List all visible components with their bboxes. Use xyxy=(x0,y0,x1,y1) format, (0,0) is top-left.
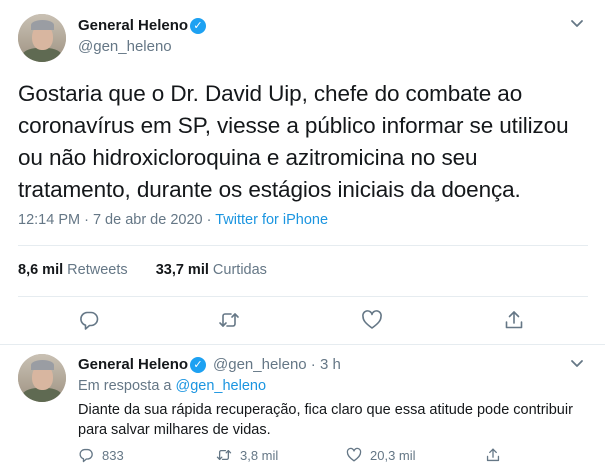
share-icon xyxy=(486,448,500,462)
reply-tweet[interactable]: General Heleno ✓ @gen_heleno · 3 h Em re… xyxy=(0,346,605,475)
like-button[interactable] xyxy=(361,309,383,331)
timestamp[interactable]: 12:14 PM · 7 de abr de 2020 · xyxy=(18,212,215,228)
reply-count: 833 xyxy=(102,448,124,463)
reply-icon xyxy=(79,448,93,463)
avatar[interactable] xyxy=(18,14,66,62)
heart-icon xyxy=(362,310,382,329)
share-icon xyxy=(505,311,523,329)
likes-count[interactable]: 33,7 mil xyxy=(156,262,209,278)
retweets-label[interactable]: Retweets xyxy=(67,262,127,278)
divider xyxy=(18,296,588,297)
verified-badge-icon: ✓ xyxy=(190,357,206,373)
in-reply-prefix: Em resposta a xyxy=(78,378,176,394)
retweet-count: 3,8 mil xyxy=(240,448,279,463)
retweet-icon xyxy=(216,449,232,461)
tweet-stats: 8,6 mil Retweets 33,7 mil Curtidas xyxy=(18,262,267,278)
tweet-meta: 12:14 PM · 7 de abr de 2020 · Twitter fo… xyxy=(18,212,328,228)
in-reply-mention[interactable]: @gen_heleno xyxy=(176,378,267,394)
tweet-source[interactable]: Twitter for iPhone xyxy=(215,212,328,228)
divider xyxy=(18,245,588,246)
reply-button[interactable]: 833 xyxy=(78,447,124,465)
tweet-text: Diante da sua rápida recuperação, fica c… xyxy=(78,402,573,438)
likes-label[interactable]: Curtidas xyxy=(213,262,267,278)
reply-button[interactable] xyxy=(78,309,100,331)
retweets-count[interactable]: 8,6 mil xyxy=(18,262,63,278)
heart-icon xyxy=(346,447,362,462)
author-handle-time[interactable]: @gen_heleno · 3 h xyxy=(213,356,341,373)
share-button[interactable] xyxy=(503,309,525,331)
tweet-text: Gostaria que o Dr. David Uip, chefe do c… xyxy=(18,81,569,202)
retweet-button[interactable] xyxy=(218,309,240,331)
share-button[interactable] xyxy=(485,447,509,465)
in-reply-to: Em resposta a @gen_heleno xyxy=(78,378,266,394)
author-handle[interactable]: @gen_heleno xyxy=(78,38,172,55)
verified-badge-icon: ✓ xyxy=(190,18,206,34)
reply-icon xyxy=(80,311,99,330)
like-count: 20,3 mil xyxy=(370,448,416,463)
chevron-down-icon[interactable] xyxy=(568,14,586,32)
avatar[interactable] xyxy=(18,354,66,402)
author-name[interactable]: General Heleno xyxy=(78,17,188,34)
main-tweet: General Heleno ✓ @gen_heleno Gostaria qu… xyxy=(0,0,605,345)
retweet-button[interactable]: 3,8 mil xyxy=(216,447,278,465)
like-button[interactable]: 20,3 mil xyxy=(346,447,416,465)
author-name[interactable]: General Heleno xyxy=(78,356,188,373)
retweet-icon xyxy=(219,313,239,327)
chevron-down-icon[interactable] xyxy=(568,354,586,372)
